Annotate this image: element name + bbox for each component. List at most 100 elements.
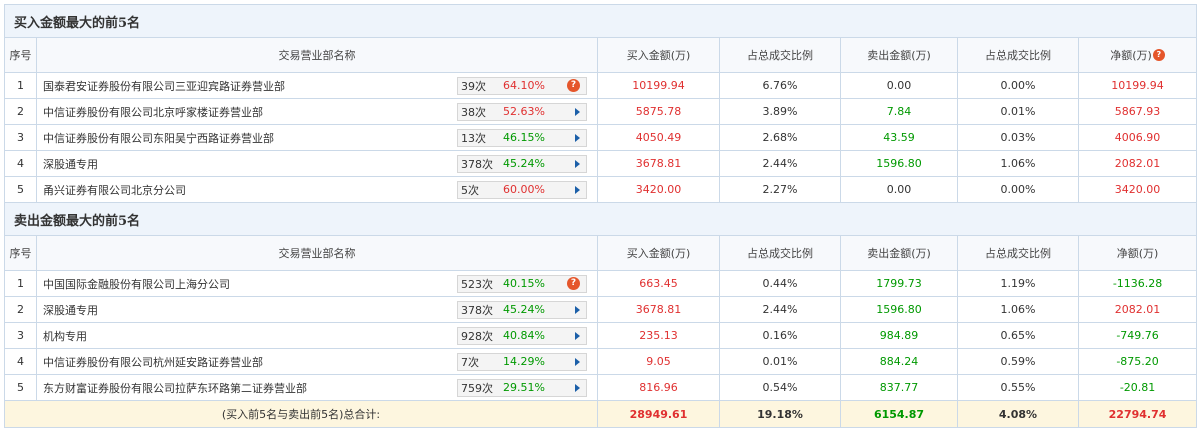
buy-amount: 10199.94 — [597, 72, 720, 99]
question-icon[interactable]: ? — [1152, 49, 1165, 61]
broker-name-cell: 中国国际金融股份有限公司上海分公司 523次 40.15%? — [36, 270, 598, 297]
header-buy-ratio: 占总成交比例 — [719, 235, 841, 271]
broker-stat-box[interactable]: 38次 52.63% — [457, 102, 587, 121]
broker-name-link[interactable]: 深股通专用 — [43, 156, 98, 172]
header-sell-ratio: 占总成交比例 — [957, 37, 1079, 73]
broker-stat-box[interactable]: 5次 60.00% — [457, 180, 587, 199]
appearance-count: 7次 — [461, 355, 479, 369]
net-amount: 3420.00 — [1077, 176, 1198, 203]
sell-amount: 7.84 — [840, 98, 958, 125]
play-icon[interactable] — [575, 133, 580, 142]
win-rate: 60.00% — [503, 183, 545, 196]
question-icon[interactable]: ? — [567, 277, 580, 290]
win-rate: 40.15% — [503, 277, 545, 290]
table-row: 2 深股通专用 378次 45.24% 3678.81 2.44% 1596.80 1.06%… — [4, 296, 1198, 323]
play-icon[interactable] — [575, 383, 580, 392]
total-buy-amount: 28949.61 — [597, 400, 720, 428]
broker-name-link[interactable]: 甬兴证券有限公司北京分公司 — [43, 182, 186, 198]
net-header-label: 净额(万) — [1110, 49, 1152, 62]
buy-header-row: 序号 交易营业部名称 买入金额(万) 占总成交比例 卖出金额(万) 占总成交比例… — [4, 37, 1198, 73]
broker-stat-box[interactable]: 7次 14.29% — [457, 352, 587, 371]
sell-ratio: 1.06% — [957, 296, 1079, 323]
sell-amount: 884.24 — [840, 348, 958, 375]
buy-ratio: 2.44% — [719, 150, 841, 177]
broker-stat-box[interactable]: 759次 29.51% — [457, 378, 587, 397]
rank: 2 — [4, 296, 37, 323]
buy-ratio: 6.76% — [719, 72, 841, 99]
header-broker-name: 交易营业部名称 — [36, 37, 598, 73]
sell-amount: 837.77 — [840, 374, 958, 401]
rank: 3 — [4, 124, 37, 151]
broker-name-link[interactable]: 中国国际金融股份有限公司上海分公司 — [43, 276, 230, 292]
buy-amount: 3678.81 — [597, 150, 720, 177]
broker-stat-box[interactable]: 378次 45.24% — [457, 154, 587, 173]
broker-name-cell: 深股通专用 378次 45.24% — [36, 150, 598, 177]
rank: 1 — [4, 72, 37, 99]
rank: 4 — [4, 150, 37, 177]
table-row: 1 中国国际金融股份有限公司上海分公司 523次 40.15%? 663.45 0.44%… — [4, 270, 1198, 297]
buy-ratio: 0.54% — [719, 374, 841, 401]
buy-ratio: 2.68% — [719, 124, 841, 151]
appearance-count: 523次 — [461, 277, 493, 291]
play-icon[interactable] — [575, 185, 580, 194]
table-row: 4 中信证券股份有限公司杭州延安路证券营业部 7次 14.29% 9.05 0.01% 88… — [4, 348, 1198, 375]
header-net-amount[interactable]: 净额(万)? — [1077, 37, 1198, 73]
play-icon[interactable] — [575, 159, 580, 168]
sell-amount: 0.00 — [840, 72, 958, 99]
buy-rows: 1 国泰君安证券股份有限公司三亚迎宾路证券营业部 39次 64.10%? 10199.9… — [4, 72, 1198, 203]
broker-stat-box[interactable]: 523次 40.15%? — [457, 274, 587, 293]
play-icon[interactable] — [575, 331, 580, 340]
sell-ratio: 1.19% — [957, 270, 1079, 297]
question-icon[interactable]: ? — [567, 79, 580, 92]
buy-section-title-row: 买入金额最大的前5名 — [3, 4, 1198, 38]
sell-amount: 0.00 — [840, 176, 958, 203]
sell-amount: 984.89 — [840, 322, 958, 349]
table-row: 4 深股通专用 378次 45.24% 3678.81 2.44% 1596.80 1.06%… — [4, 150, 1198, 177]
header-sell-amount: 卖出金额(万) — [840, 235, 958, 271]
play-icon[interactable] — [575, 357, 580, 366]
sell-ratio: 0.01% — [957, 98, 1079, 125]
sell-amount: 1799.73 — [840, 270, 958, 297]
broker-name-cell: 中信证券股份有限公司东阳吴宁西路证券营业部 13次 46.15% — [36, 124, 598, 151]
sell-ratio: 0.59% — [957, 348, 1079, 375]
buy-amount: 5875.78 — [597, 98, 720, 125]
broker-stat-box[interactable]: 378次 45.24% — [457, 300, 587, 319]
broker-name-link[interactable]: 国泰君安证券股份有限公司三亚迎宾路证券营业部 — [43, 78, 285, 94]
total-net-amount: 22794.74 — [1077, 400, 1198, 428]
win-rate: 40.84% — [503, 329, 545, 342]
broker-name-link[interactable]: 东方财富证券股份有限公司拉萨东环路第二证券营业部 — [43, 380, 307, 396]
broker-stat-box[interactable]: 13次 46.15% — [457, 128, 587, 147]
rank: 2 — [4, 98, 37, 125]
broker-name-link[interactable]: 深股通专用 — [43, 302, 98, 318]
rank: 3 — [4, 322, 37, 349]
net-amount: 2082.01 — [1077, 150, 1198, 177]
broker-name-link[interactable]: 中信证券股份有限公司北京呼家楼证券营业部 — [43, 104, 263, 120]
appearance-count: 759次 — [461, 381, 493, 395]
play-icon[interactable] — [575, 305, 580, 314]
play-icon[interactable] — [575, 107, 580, 116]
buy-amount: 3678.81 — [597, 296, 720, 323]
sell-rows: 1 中国国际金融股份有限公司上海分公司 523次 40.15%? 663.45 0.44%… — [4, 270, 1198, 401]
table-row: 5 东方财富证券股份有限公司拉萨东环路第二证券营业部 759次 29.51% 816.9… — [4, 374, 1198, 401]
win-rate: 52.63% — [503, 105, 545, 118]
buy-amount: 663.45 — [597, 270, 720, 297]
broker-name-link[interactable]: 中信证券股份有限公司杭州延安路证券营业部 — [43, 354, 263, 370]
rank: 4 — [4, 348, 37, 375]
total-row: (买入前5名与卖出前5名)总合计: 28949.61 19.18% 6154.8… — [4, 400, 1198, 428]
broker-name-cell: 深股通专用 378次 45.24% — [36, 296, 598, 323]
broker-stat-box[interactable]: 39次 64.10%? — [457, 76, 587, 95]
appearance-count: 378次 — [461, 303, 493, 317]
sell-ratio: 0.03% — [957, 124, 1079, 151]
net-amount: 10199.94 — [1077, 72, 1198, 99]
appearance-count: 378次 — [461, 157, 493, 171]
buy-amount: 816.96 — [597, 374, 720, 401]
sell-ratio: 0.55% — [957, 374, 1079, 401]
broker-stat-box[interactable]: 928次 40.84% — [457, 326, 587, 345]
sell-ratio: 1.06% — [957, 150, 1079, 177]
net-amount: 2082.01 — [1077, 296, 1198, 323]
total-sell-amount: 6154.87 — [840, 400, 958, 428]
broker-name-link[interactable]: 中信证券股份有限公司东阳吴宁西路证券营业部 — [43, 130, 274, 146]
broker-name-link[interactable]: 机构专用 — [43, 328, 87, 344]
win-rate: 45.24% — [503, 157, 545, 170]
table-row: 2 中信证券股份有限公司北京呼家楼证券营业部 38次 52.63% 5875.78 3.8… — [4, 98, 1198, 125]
